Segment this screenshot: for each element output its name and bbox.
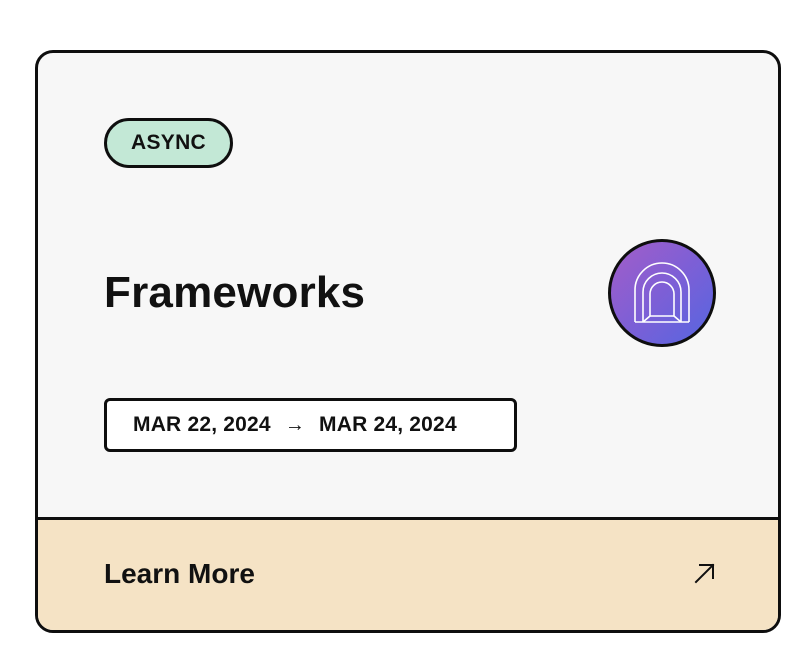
card-body: ASYNC Frameworks MAR 22, 2024 → MAR 24, … [38, 53, 778, 520]
arrow-right-icon: → [284, 413, 306, 436]
external-arrow-icon[interactable] [692, 560, 718, 586]
tunnel-arch-icon [608, 239, 716, 347]
card-title: Frameworks [104, 268, 366, 317]
tunnel-arch-graphic [634, 262, 690, 323]
end-date: MAR 24, 2024 [319, 413, 457, 436]
card-footer[interactable]: Learn More [38, 517, 778, 630]
category-tag: ASYNC [104, 118, 234, 168]
start-date: MAR 22, 2024 [133, 413, 271, 436]
event-card[interactable]: ASYNC Frameworks MAR 22, 2024 → MAR 24, … [35, 50, 781, 633]
date-range: MAR 22, 2024 → MAR 24, 2024 [104, 398, 517, 452]
learn-more-link[interactable]: Learn More [104, 558, 255, 590]
